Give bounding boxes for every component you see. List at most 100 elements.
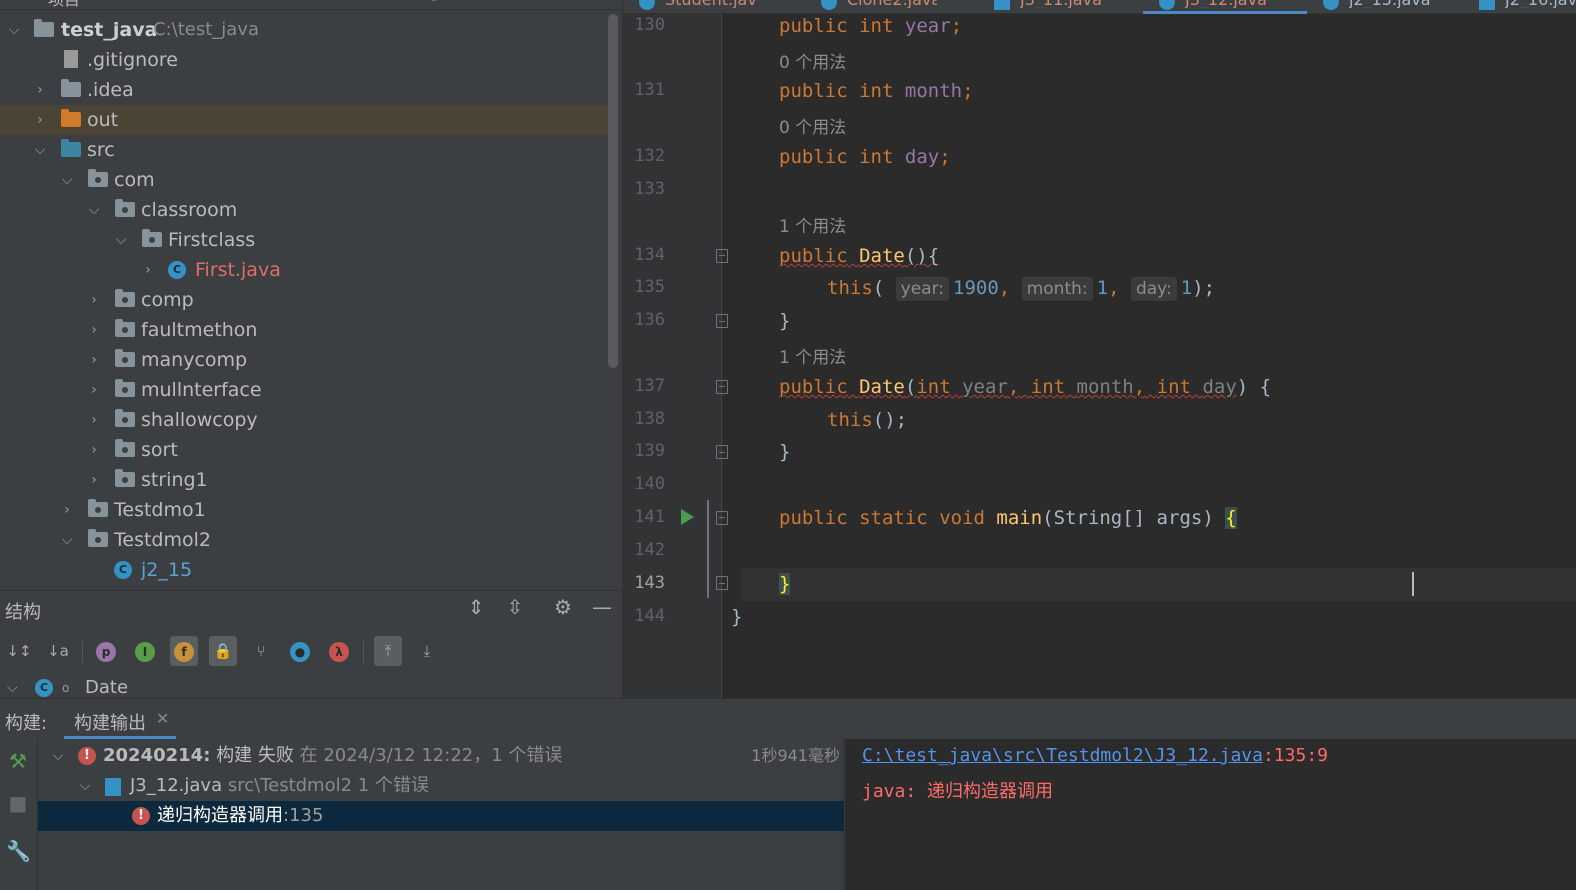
- code-editor[interactable]: Student.java Clone2.java J3_11.java J3_1…: [622, 0, 1576, 698]
- autoscroll-from-source-icon[interactable]: ⤓: [413, 636, 441, 666]
- show-lambdas-icon[interactable]: ●: [286, 636, 314, 666]
- show-lambda-icon[interactable]: λ: [325, 636, 353, 666]
- chevron-right-icon[interactable]: ›: [141, 255, 155, 285]
- close-icon[interactable]: ✕: [156, 709, 169, 728]
- tab-build-output[interactable]: 构建输出 ✕: [64, 703, 176, 739]
- show-fields-icon[interactable]: f: [170, 636, 198, 666]
- tree-item-shallowcopy[interactable]: › shallowcopy: [0, 405, 608, 435]
- tree-item-out[interactable]: › out: [0, 105, 608, 135]
- class-icon: [1323, 0, 1339, 10]
- tree-item-j2-15[interactable]: C j2_15: [0, 555, 608, 585]
- tab-j2-15-java[interactable]: j2_15.java: [1307, 0, 1457, 14]
- wrench-icon[interactable]: 🔧: [6, 839, 31, 863]
- tree-item-string1[interactable]: › string1: [0, 465, 608, 495]
- tree-item-sort[interactable]: › sort: [0, 435, 608, 465]
- usage-hint[interactable]: 1 个用法: [779, 343, 846, 368]
- tree-item-label: mullnterface: [141, 379, 262, 401]
- hammer-icon[interactable]: ⚒: [6, 749, 30, 773]
- chevron-down-icon[interactable]: ⌵: [78, 771, 92, 801]
- chevron-down-icon[interactable]: ⌵: [33, 135, 47, 165]
- chevron-right-icon[interactable]: ›: [87, 345, 101, 375]
- tab-clone2-java[interactable]: Clone2.java: [805, 0, 955, 14]
- chevron-right-icon[interactable]: ›: [87, 375, 101, 405]
- chevron-down-icon[interactable]: ⌵: [51, 741, 65, 771]
- fold-marker-icon[interactable]: [716, 511, 728, 525]
- tree-item-firstclass[interactable]: ⌵ Firstclass: [0, 225, 608, 255]
- tree-item-comp[interactable]: › comp: [0, 285, 608, 315]
- chevron-down-icon[interactable]: ⌵: [7, 15, 21, 45]
- tab-label: J3_11.java: [1020, 0, 1110, 8]
- show-anonymous-icon[interactable]: ⑂: [247, 636, 275, 666]
- chevron-right-icon[interactable]: ›: [87, 435, 101, 465]
- chevron-down-icon[interactable]: ⌵: [114, 225, 128, 255]
- code-line-139: }: [779, 441, 791, 463]
- tree-item-mullnterface[interactable]: › mullnterface: [0, 375, 608, 405]
- fold-marker-icon[interactable]: [716, 249, 728, 263]
- chevron-down-icon[interactable]: ⌵: [60, 165, 74, 195]
- code-line-143: }: [779, 573, 791, 595]
- chevron-right-icon[interactable]: ›: [87, 315, 101, 345]
- tab-student-java[interactable]: Student.java: [623, 0, 773, 14]
- run-main-icon[interactable]: [681, 509, 694, 525]
- stop-icon[interactable]: ■: [6, 791, 30, 815]
- autoscroll-to-source-icon[interactable]: ⤒: [374, 636, 402, 666]
- package-icon: [115, 319, 135, 337]
- error-icon: !: [78, 747, 96, 765]
- build-file-text: J3_12.java src\Testdmol2 1 个错误: [130, 775, 429, 796]
- sort-by-type-icon[interactable]: ↓↕: [5, 636, 33, 666]
- show-non-public-icon[interactable]: 🔒: [209, 636, 237, 666]
- source-link[interactable]: C:\test_java\src\Testdmol2\J3_12.java: [862, 745, 1263, 766]
- build-console-output[interactable]: C:\test_java\src\Testdmol2\J3_12.java:13…: [845, 739, 1576, 890]
- build-error-node[interactable]: ! 递归构造器调用:135: [38, 801, 844, 831]
- chevron-right-icon[interactable]: ›: [87, 405, 101, 435]
- tree-item-testdmol2[interactable]: ⌵ Testdmol2: [0, 525, 608, 555]
- fold-marker-icon[interactable]: [716, 380, 728, 394]
- tab-j3-12-java[interactable]: J3_12.java: [1143, 0, 1307, 14]
- class-icon: [994, 0, 1010, 10]
- build-file-node[interactable]: ⌵ J3_12.java src\Testdmol2 1 个错误: [38, 771, 844, 801]
- error-icon: !: [132, 807, 150, 825]
- class-icon: [1159, 0, 1175, 10]
- usage-hint[interactable]: 1 个用法: [779, 212, 846, 237]
- tree-item-first-java[interactable]: › C First.java: [0, 255, 608, 285]
- tree-item-testdmo1[interactable]: › Testdmo1: [0, 495, 608, 525]
- show-inherited-icon[interactable]: I: [131, 636, 159, 666]
- hide-icon[interactable]: —: [590, 595, 614, 619]
- tree-item-classroom[interactable]: ⌵ classroom: [0, 195, 608, 225]
- vcs-change-marker[interactable]: [707, 500, 709, 598]
- usage-hint[interactable]: 0 个用法: [779, 48, 846, 73]
- fold-marker-icon[interactable]: [716, 576, 728, 590]
- code-line-135: this( year: 1900, month: 1, day: 1);: [827, 277, 1216, 301]
- project-tool-window: 项目 ◎ ≡ ⊥ ⚙ ⌵ test_java C:\test_java .git…: [0, 0, 622, 590]
- tree-item-test-java[interactable]: ⌵ test_java C:\test_java: [0, 15, 608, 45]
- tree-item-faultmethon[interactable]: › faultmethon: [0, 315, 608, 345]
- fold-marker-icon[interactable]: [716, 445, 728, 459]
- chevron-right-icon[interactable]: ›: [87, 465, 101, 495]
- tab-j3-11-java[interactable]: J3_11.java: [978, 0, 1128, 14]
- package-icon: [115, 199, 135, 217]
- tree-item-src[interactable]: ⌵ src: [0, 135, 608, 165]
- text-caret: [1412, 572, 1414, 596]
- chevron-down-icon[interactable]: ⌵: [60, 525, 74, 555]
- project-scrollbar[interactable]: [608, 14, 618, 368]
- chevron-right-icon[interactable]: ›: [33, 105, 47, 135]
- tree-item-gitignore[interactable]: .gitignore: [0, 45, 608, 75]
- chevron-right-icon[interactable]: ›: [33, 75, 47, 105]
- expand-all-icon[interactable]: ⇕: [464, 595, 488, 619]
- sort-alpha-icon[interactable]: ↓a: [44, 636, 72, 666]
- usage-hint[interactable]: 0 个用法: [779, 113, 846, 138]
- class-icon: [1479, 0, 1495, 10]
- fold-marker-icon[interactable]: [716, 314, 728, 328]
- tree-item-com[interactable]: ⌵ com: [0, 165, 608, 195]
- tree-item-manycomp[interactable]: › manycomp: [0, 345, 608, 375]
- line-number: 141: [634, 507, 665, 527]
- tree-item-idea[interactable]: › .idea: [0, 75, 608, 105]
- collapse-all-icon[interactable]: ⇳: [503, 595, 527, 619]
- show-properties-icon[interactable]: p: [92, 636, 120, 666]
- chevron-right-icon[interactable]: ›: [87, 285, 101, 315]
- gear-icon[interactable]: ⚙: [551, 595, 575, 619]
- build-root-node[interactable]: ⌵ ! 20240214: 构建 失败 在 2024/3/12 12:22，1 …: [38, 741, 844, 771]
- chevron-down-icon[interactable]: ⌵: [87, 195, 101, 225]
- chevron-right-icon[interactable]: ›: [60, 495, 74, 525]
- tab-j2-16-java[interactable]: J2_16.java: [1463, 0, 1576, 14]
